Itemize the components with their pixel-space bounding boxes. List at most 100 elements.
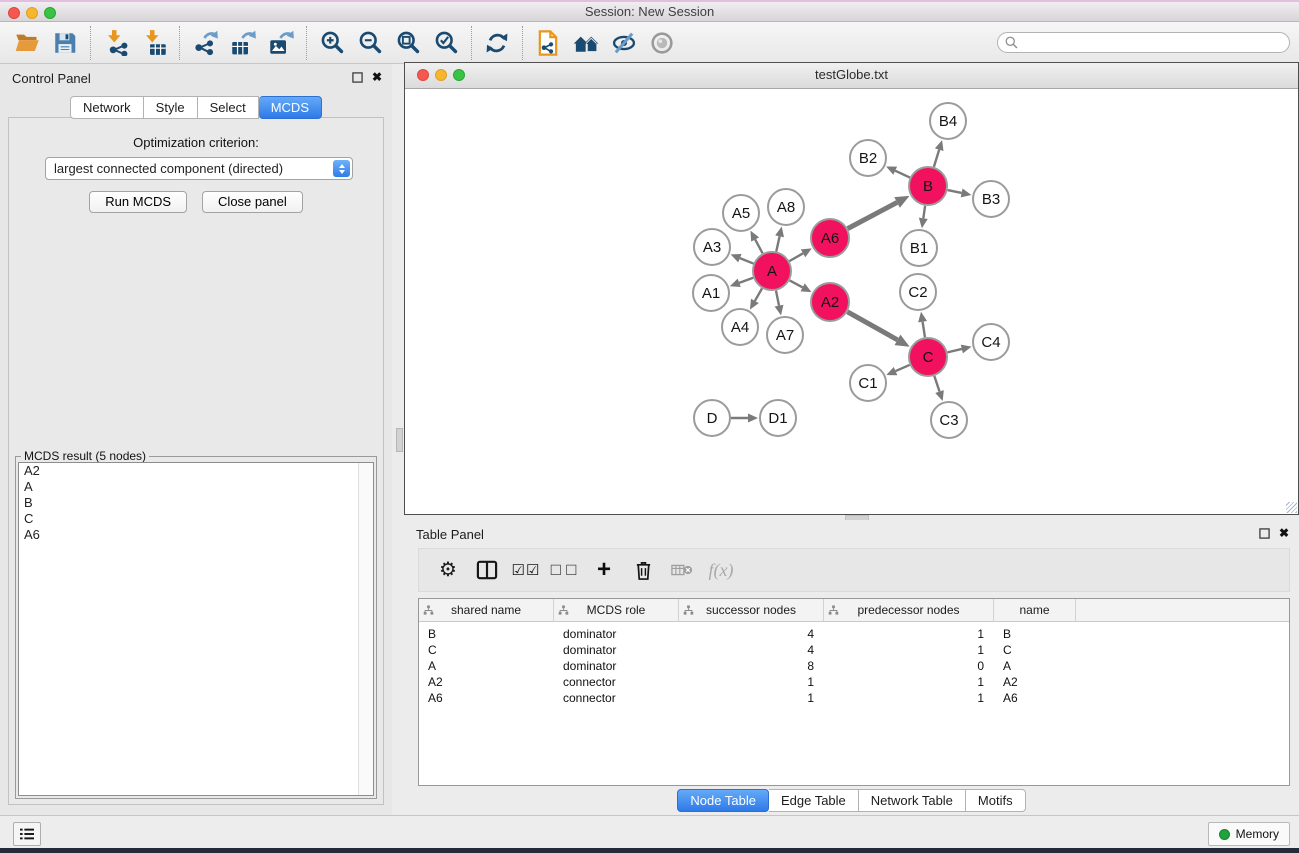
table-cell[interactable]: 1 (824, 675, 994, 689)
table-cell[interactable]: 0 (824, 659, 994, 673)
table-cell[interactable]: 1 (824, 643, 994, 657)
resize-grip-icon[interactable] (1286, 502, 1297, 513)
table-cell[interactable]: 8 (679, 659, 824, 673)
result-list-scrollbar[interactable] (358, 463, 373, 795)
toggle-column-panel-button[interactable] (472, 560, 502, 580)
home-view-button[interactable] (567, 25, 605, 61)
table-cell[interactable]: dominator (554, 643, 679, 657)
zoom-selected-button[interactable] (427, 25, 465, 61)
hide-graphics-details-button[interactable] (605, 25, 643, 61)
table-row[interactable]: A6connector11A6 (419, 690, 1289, 706)
graph-edge-C-C1[interactable] (896, 365, 910, 371)
select-all-columns-button[interactable]: ☑☑ (511, 561, 541, 579)
close-panel-button[interactable]: Close panel (202, 191, 303, 213)
tab-style[interactable]: Style (144, 96, 198, 119)
mcds-result-item[interactable]: A6 (19, 527, 373, 543)
table-cell[interactable]: dominator (554, 659, 679, 673)
add-column-button[interactable]: + (589, 560, 619, 580)
column-header-successor-nodes[interactable]: successor nodes (679, 599, 824, 621)
table-row[interactable]: A2connector11A2 (419, 674, 1289, 690)
network-minimize-button[interactable] (435, 69, 447, 81)
float-panel-icon[interactable] (352, 72, 363, 83)
zoom-in-button[interactable] (313, 25, 351, 61)
table-cell[interactable]: A (994, 659, 1076, 673)
tab-network[interactable]: Network (70, 96, 144, 119)
tab-node-table[interactable]: Node Table (677, 789, 769, 812)
tab-motifs[interactable]: Motifs (966, 789, 1026, 812)
column-header-shared-name[interactable]: shared name (419, 599, 554, 621)
table-cell[interactable]: 1 (824, 627, 994, 641)
graph-edge-C-C4[interactable] (947, 349, 961, 352)
vertical-splitter-handle[interactable] (396, 428, 403, 452)
table-cell[interactable]: B (419, 627, 554, 641)
graph-edge-A-A3[interactable] (740, 258, 754, 263)
mcds-result-list[interactable]: A2ABCA6 (18, 462, 374, 796)
mcds-result-item[interactable]: C (19, 511, 373, 527)
zoom-out-button[interactable] (351, 25, 389, 61)
tab-mcds[interactable]: MCDS (259, 96, 322, 119)
graph-edge-A-A8[interactable] (776, 236, 779, 251)
network-canvas[interactable]: B4B2BB3A8A5A6A3B1AA1C2A2A4A7C4CC1C3DD1 (405, 89, 1298, 514)
function-builder-button[interactable]: f(x) (706, 560, 736, 581)
graph-edge-B-B4[interactable] (934, 150, 939, 167)
export-network-button[interactable] (186, 25, 224, 61)
table-cell[interactable]: dominator (554, 627, 679, 641)
mcds-result-item[interactable]: B (19, 495, 373, 511)
table-cell[interactable]: 1 (679, 675, 824, 689)
graph-edge-A-A4[interactable] (755, 288, 762, 301)
table-settings-button[interactable]: ⚙ (433, 560, 463, 580)
table-cell[interactable]: A (419, 659, 554, 673)
close-window-button[interactable] (8, 7, 20, 19)
memory-button[interactable]: Memory (1208, 822, 1290, 846)
export-table-button[interactable] (224, 25, 262, 61)
tab-network-table[interactable]: Network Table (859, 789, 966, 812)
delete-column-button[interactable] (628, 560, 658, 581)
open-session-button[interactable] (8, 25, 46, 61)
table-row[interactable]: Cdominator41C (419, 642, 1289, 658)
zoom-window-button[interactable] (44, 7, 56, 19)
graph-edge-A-A6[interactable] (789, 253, 803, 261)
graph-edge-A-A2[interactable] (790, 280, 803, 287)
deselect-all-columns-button[interactable]: ☐☐ (550, 562, 580, 579)
save-session-button[interactable] (46, 25, 84, 61)
apply-layout-button[interactable] (478, 25, 516, 61)
table-cell[interactable]: 4 (679, 627, 824, 641)
network-close-button[interactable] (417, 69, 429, 81)
run-mcds-button[interactable]: Run MCDS (89, 191, 187, 213)
table-cell[interactable]: C (994, 643, 1076, 657)
close-panel-icon[interactable]: ✖ (1279, 527, 1289, 539)
table-cell[interactable]: A2 (994, 675, 1076, 689)
task-history-button[interactable] (13, 822, 41, 846)
optimization-criterion-select[interactable]: largest connected component (directed) (45, 157, 353, 180)
graph-edge-A-A1[interactable] (739, 278, 753, 283)
tab-select[interactable]: Select (198, 96, 259, 119)
graph-edge-B-B2[interactable] (895, 171, 910, 178)
graph-edge-A6-B[interactable] (848, 202, 897, 228)
zoom-fit-button[interactable] (389, 25, 427, 61)
graph-edge-A-A5[interactable] (755, 239, 762, 253)
table-cell[interactable]: connector (554, 675, 679, 689)
graph-edge-B-B1[interactable] (923, 206, 925, 219)
mcds-result-item[interactable]: A2 (19, 463, 373, 479)
graph-edge-A-A7[interactable] (776, 291, 779, 306)
table-cell[interactable]: connector (554, 691, 679, 705)
close-panel-icon[interactable]: ✖ (372, 71, 382, 83)
table-cell[interactable]: B (994, 627, 1076, 641)
graph-edge-A2-C[interactable] (847, 312, 897, 340)
table-cell[interactable]: 1 (824, 691, 994, 705)
mcds-result-item[interactable]: A (19, 479, 373, 495)
delete-table-button[interactable] (667, 562, 697, 578)
export-image-button[interactable] (262, 25, 300, 61)
table-cell[interactable]: A6 (419, 691, 554, 705)
import-network-button[interactable] (97, 25, 135, 61)
column-header-MCDS-role[interactable]: MCDS role (554, 599, 679, 621)
column-header-predecessor-nodes[interactable]: predecessor nodes (824, 599, 994, 621)
search-input[interactable] (997, 32, 1290, 53)
table-row[interactable]: Bdominator41B (419, 626, 1289, 642)
graph-edge-C-C2[interactable] (923, 322, 925, 338)
show-graphics-details-button[interactable] (643, 25, 681, 61)
table-cell[interactable]: 4 (679, 643, 824, 657)
table-cell[interactable]: 1 (679, 691, 824, 705)
graph-edge-C-C3[interactable] (934, 376, 939, 392)
column-header-name[interactable]: name (994, 599, 1076, 621)
